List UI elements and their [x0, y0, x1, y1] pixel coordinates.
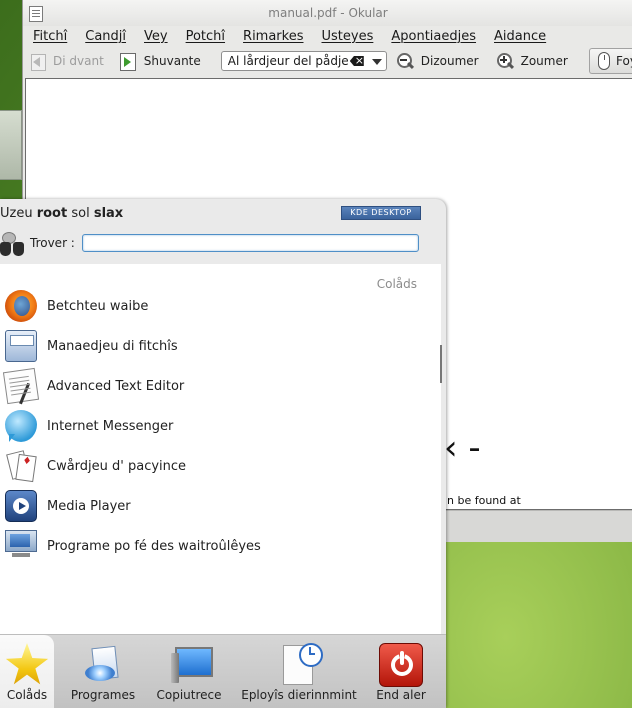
favorite-item-text-editor[interactable]: Advanced Text Editor — [0, 366, 441, 406]
kickoff-tabs: Colåds Programes Copiutrece Eployîs dier… — [0, 634, 446, 708]
favorites-list: Colåds Betchteu waibe Manaedjeu di fitch… — [0, 264, 441, 634]
power-icon — [379, 643, 423, 687]
tab-applications[interactable]: Programes — [66, 635, 140, 708]
tab-recently-used[interactable]: Eployîs dierinnmint — [240, 635, 358, 708]
tab-label: End aler — [376, 688, 426, 702]
host-name: slax — [93, 206, 124, 221]
firefox-icon — [5, 290, 37, 322]
main-toolbar: Di dvant Shuvante Al lårdjeur del pådje … — [23, 46, 632, 76]
zoom-out-button[interactable]: Dizoumer — [395, 49, 479, 73]
kde-desktop-logo: KDE DESKTOP — [341, 206, 421, 220]
user-prefix: Uzeu — [0, 206, 33, 221]
menu-edit[interactable]: Candjî — [85, 29, 126, 44]
chevron-down-icon[interactable] — [371, 59, 382, 65]
kickoff-menu: Uzeu root sol slax KDE DESKTOP Trover : … — [0, 199, 446, 708]
user-name: root — [36, 206, 68, 221]
favorite-label: Manaedjeu di fitchîs — [47, 338, 178, 354]
next-page-label: Shuvante — [143, 54, 201, 68]
favorite-label: Media Player — [47, 498, 131, 514]
search-label: Trover : — [30, 236, 75, 250]
browse-tool-label: Foy — [616, 54, 632, 68]
mouse-icon — [598, 52, 610, 70]
previous-page-label: Di dvant — [53, 54, 104, 68]
favorite-item-screenshot[interactable]: Programe po fé des waitroûlêyes — [0, 526, 441, 566]
favorite-label: Internet Messenger — [47, 418, 174, 434]
tab-label: Copiutrece — [156, 688, 222, 702]
zoom-in-button[interactable]: Zoumer — [495, 49, 568, 73]
zoom-out-label: Dizoumer — [420, 54, 479, 68]
zoom-select[interactable]: Al lårdjeur del pådje — [220, 51, 387, 71]
favorite-item-media-player[interactable]: Media Player — [0, 486, 441, 526]
tab-leave[interactable]: End aler — [370, 635, 432, 708]
cards-icon — [5, 450, 37, 482]
zoom-out-icon — [395, 51, 415, 71]
binoculars-icon — [0, 230, 26, 260]
file-manager-icon — [5, 330, 37, 362]
computer-icon — [5, 530, 37, 557]
favorite-label: Betchteu waibe — [47, 298, 149, 314]
menu-bookmarks[interactable]: Rimarkes — [243, 29, 303, 44]
favorite-label: Programe po fé des waitroûlêyes — [47, 538, 261, 554]
text-editor-icon — [2, 367, 40, 405]
tab-favorites[interactable]: Colåds — [0, 635, 54, 708]
next-page-icon — [118, 51, 138, 71]
tab-label: Eployîs dierinnmint — [241, 688, 357, 702]
previous-page-icon — [29, 51, 47, 71]
menu-view[interactable]: Vey — [144, 29, 168, 44]
previous-page-button[interactable]: Di dvant — [29, 49, 104, 73]
host-prefix: sol — [71, 206, 90, 221]
favorite-label: Cwårdjeu d' pacyince — [47, 458, 187, 474]
clear-icon[interactable] — [349, 56, 364, 66]
favorite-item-file-manager[interactable]: Manaedjeu di fitchîs — [0, 326, 441, 366]
document-text-fragment: ‹ - — [444, 428, 481, 468]
document-app-icon[interactable] — [29, 6, 43, 22]
menu-tools[interactable]: Usteyes — [322, 29, 374, 44]
search-input[interactable] — [82, 234, 419, 252]
menubar: Fitchî Candjî Vey Potchî Rimarkes Usteye… — [23, 26, 632, 46]
recent-clock-icon — [277, 643, 323, 687]
messenger-icon — [5, 410, 37, 442]
favorite-item-solitaire[interactable]: Cwårdjeu d' pacyince — [0, 446, 441, 486]
favorite-item-messenger[interactable]: Internet Messenger — [0, 406, 441, 446]
document-text-line: n be found at — [447, 494, 521, 507]
menu-help[interactable]: Aidance — [494, 29, 546, 44]
browse-tool-button[interactable]: Foy — [589, 48, 632, 74]
zoom-select-value: Al lårdjeur del pådje — [227, 54, 349, 68]
user-info: Uzeu root sol slax — [0, 206, 123, 221]
next-page-button[interactable]: Shuvante — [118, 49, 201, 73]
window-title: manual.pdf - Okular — [268, 6, 388, 20]
zoom-in-icon — [495, 51, 515, 71]
window-titlebar[interactable]: manual.pdf - Okular — [23, 0, 632, 26]
zoom-in-label: Zoumer — [520, 54, 568, 68]
scrollbar[interactable] — [440, 345, 442, 383]
menu-go[interactable]: Potchî — [186, 29, 225, 44]
tab-computer[interactable]: Copiutrece — [152, 635, 226, 708]
menu-file[interactable]: Fitchî — [33, 29, 67, 44]
favorite-item-web-browser[interactable]: Betchteu waibe — [0, 286, 441, 326]
menu-settings[interactable]: Apontiaedjes — [391, 29, 476, 44]
programs-icon — [81, 643, 125, 687]
media-player-icon — [5, 490, 37, 522]
computer-icon — [167, 643, 213, 687]
favorite-label: Advanced Text Editor — [47, 378, 185, 394]
desktop-widget-edge — [0, 110, 22, 180]
tab-label: Programes — [70, 688, 136, 702]
tab-label: Colåds — [6, 688, 48, 702]
star-icon — [5, 643, 49, 685]
